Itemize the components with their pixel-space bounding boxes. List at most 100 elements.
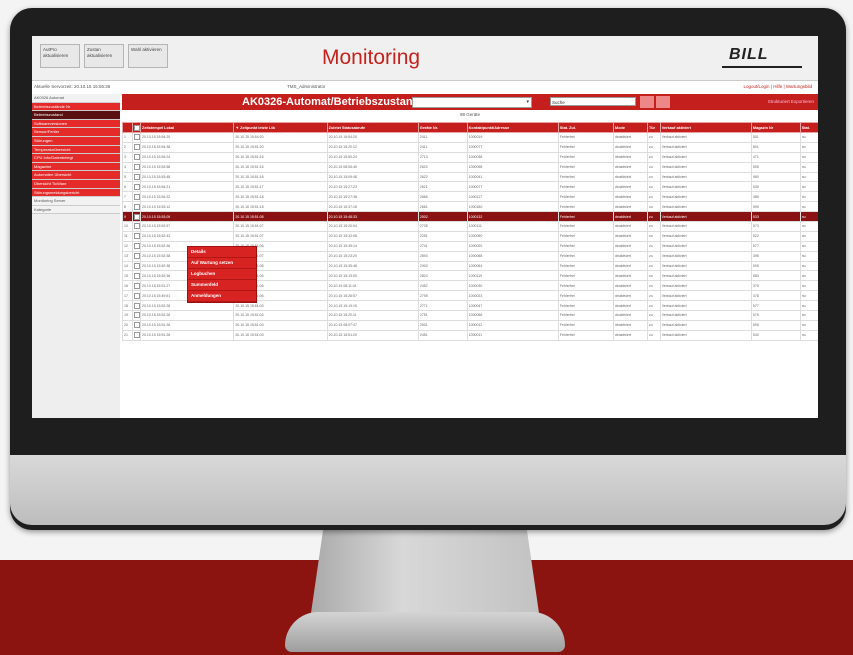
row-checkbox[interactable] [131, 290, 142, 302]
context-menu-item[interactable]: Details [188, 247, 256, 258]
sidebar-item[interactable]: Störungen [32, 136, 120, 146]
table-row[interactable]: 20 20.10.15 15:51:26 20.10.15 15:51:03 20.1… [122, 319, 818, 331]
export-link[interactable]: Strukturiert Exportieren [768, 99, 814, 104]
column-header[interactable]: Geräte Nr. [417, 122, 468, 133]
context-menu-item[interactable]: Logbuchen [188, 269, 256, 280]
table-row[interactable]: 3 20.10.15 15:54:24 20.10.15 15:51:16 20.10… [122, 151, 818, 163]
column-header[interactable]: Zuletzt Statusabrufe [326, 122, 419, 133]
checkbox-icon[interactable] [133, 174, 140, 180]
checkbox-icon[interactable] [133, 272, 140, 279]
checkbox-icon[interactable] [133, 183, 140, 190]
row-checkbox[interactable] [131, 151, 142, 163]
checkbox-icon[interactable] [133, 124, 140, 131]
checkbox-icon[interactable] [133, 164, 140, 171]
row-checkbox[interactable] [131, 260, 142, 272]
header-links[interactable]: Logout/Login | Hilfe | Wartungsbild [744, 84, 812, 89]
table-row[interactable]: 1 20.10.15 15:54:20 20.10.15 15:54:20 20.10… [122, 132, 818, 143]
table-row[interactable]: 7 20.10.15 15:54:22 20.10.15 15:51:18 20.10… [122, 191, 818, 203]
column-header[interactable]: Magazin Nr [750, 122, 801, 133]
checkbox-icon[interactable] [133, 203, 140, 210]
row-checkbox[interactable] [131, 161, 142, 173]
checkbox-icon[interactable] [133, 213, 140, 220]
sidebar-item[interactable]: Temperaturübersicht [32, 145, 120, 155]
column-header[interactable]: Kontaktpunkt/Adresse [466, 122, 559, 133]
row-checkbox[interactable] [131, 221, 142, 232]
table-row[interactable]: 11 20.10.15 15:52:43 20.10.15 15:51:07 20.1… [122, 230, 818, 242]
checkbox-icon[interactable] [133, 144, 140, 151]
row-checkbox[interactable] [131, 250, 142, 262]
table-row[interactable]: 6 20.10.15 15:54:21 20.10.15 15:51:17 20.10… [122, 181, 818, 193]
filter-icon[interactable] [656, 96, 670, 108]
checkbox-icon[interactable] [133, 292, 140, 299]
table-row[interactable]: 10 20.10.15 15:52:57 20.10.15 15:51:07 20.1… [122, 221, 818, 232]
checkbox-icon[interactable] [133, 253, 140, 260]
row-checkbox[interactable] [131, 300, 142, 312]
table-row[interactable]: 19 20.10.15 15:52:26 20.10.15 15:51:03 20.1… [122, 310, 818, 321]
checkbox-icon[interactable] [133, 312, 140, 319]
checkbox-icon[interactable] [133, 332, 140, 339]
row-checkbox[interactable] [131, 310, 142, 321]
table-cell: deaktiviert [613, 280, 648, 292]
sidebar-item[interactable]: Störungsmeldungsbericht [32, 188, 120, 198]
table-row[interactable]: 9 20.10.15 15:53:09 20.10.15 15:51:08 20.10… [122, 211, 818, 223]
column-header[interactable]: Stat. Zul. [557, 122, 615, 133]
sidebar-item[interactable]: Betriebszustände Nr [32, 102, 120, 112]
context-menu-item[interactable]: Auf Wartung setzen [188, 258, 256, 269]
selection-activate-button[interactable]: Wahl aktivieren [128, 44, 168, 68]
row-checkbox[interactable] [131, 201, 142, 213]
sidebar-item[interactable]: Sensor/Fehler [32, 128, 120, 137]
table-row[interactable]: 8 20.10.15 15:53:12 20.10.15 15:51:18 20.10… [122, 201, 818, 213]
table-row[interactable]: 21 20.10.15 15:51:26 20.10.15 15:51:03 20.1… [122, 329, 818, 341]
sidebar-item[interactable]: Betriebszustand [32, 111, 120, 120]
row-checkbox[interactable] [131, 181, 142, 193]
status-refresh-button[interactable]: Zustan aktualisieren [84, 44, 124, 68]
column-header[interactable]: Zeitstempel Lokal [140, 122, 235, 133]
sidebar-item[interactable]: Kategorie [32, 205, 120, 215]
row-checkbox[interactable] [131, 240, 142, 252]
sidebar-item[interactable]: Softwareversionen [32, 119, 120, 129]
column-header[interactable]: Verkauf aktiviert [659, 122, 752, 133]
sidebar-item[interactable]: Monitoring Server [32, 197, 120, 206]
view-select[interactable]: ▾ [412, 97, 532, 108]
column-header[interactable]: Mode [613, 122, 648, 133]
select-all-checkbox[interactable] [131, 122, 142, 133]
row-checkbox[interactable] [131, 280, 142, 292]
autpro-refresh-button[interactable]: AutPro aktualisieren [40, 44, 80, 68]
checkbox-icon[interactable] [133, 223, 140, 230]
table-cell: 575 [750, 310, 801, 321]
checkbox-icon[interactable] [133, 243, 140, 250]
context-menu-item[interactable]: Anmeldungen [188, 291, 256, 302]
table-row[interactable]: 4 20.10.15 15:53:58 20.10.15 15:51:16 20.10… [122, 161, 818, 173]
column-header[interactable]: Stat. [799, 122, 818, 133]
sidebar-item[interactable]: Magazine [32, 162, 120, 172]
checkbox-icon[interactable] [133, 263, 140, 270]
row-checkbox[interactable] [131, 132, 142, 143]
table-row[interactable]: 2 20.10.15 15:54:38 20.10.15 15:51:20 20.10… [122, 141, 818, 153]
row-checkbox[interactable] [131, 191, 142, 203]
sidebar-item[interactable]: CPU Info/Datenbelegt [32, 154, 120, 163]
checkbox-icon[interactable] [133, 233, 140, 240]
checkbox-icon[interactable] [133, 322, 140, 329]
row-checkbox[interactable] [131, 230, 142, 242]
checkbox-icon[interactable] [133, 282, 140, 289]
search-input[interactable]: Suche [550, 97, 636, 106]
sidebar-item[interactable]: Automaten Übersicht [32, 171, 120, 180]
checkbox-icon[interactable] [133, 154, 140, 161]
table-row[interactable]: 5 20.10.15 15:53:48 20.10.15 15:51:18 20.10… [122, 171, 818, 183]
row-checkbox[interactable] [131, 270, 142, 282]
column-header[interactable] [122, 122, 133, 133]
row-checkbox[interactable] [131, 141, 142, 153]
search-icon[interactable] [640, 96, 654, 108]
row-checkbox[interactable] [131, 171, 142, 183]
checkbox-icon[interactable] [133, 193, 140, 200]
column-header[interactable]: ▼ Zeitpunkt letzte Ltb [233, 122, 328, 133]
checkbox-icon[interactable] [133, 302, 140, 309]
context-menu-item[interactable]: Summenfeld [188, 280, 256, 291]
column-header[interactable]: Tür [646, 122, 661, 133]
sidebar-item[interactable]: Übersicht TicWare [32, 179, 120, 189]
checkbox-icon[interactable] [133, 134, 140, 141]
row-checkbox[interactable] [131, 329, 142, 341]
sidebar-item[interactable]: AK0326 Automat [32, 94, 120, 103]
row-checkbox[interactable] [131, 319, 142, 331]
row-checkbox[interactable] [131, 211, 142, 223]
